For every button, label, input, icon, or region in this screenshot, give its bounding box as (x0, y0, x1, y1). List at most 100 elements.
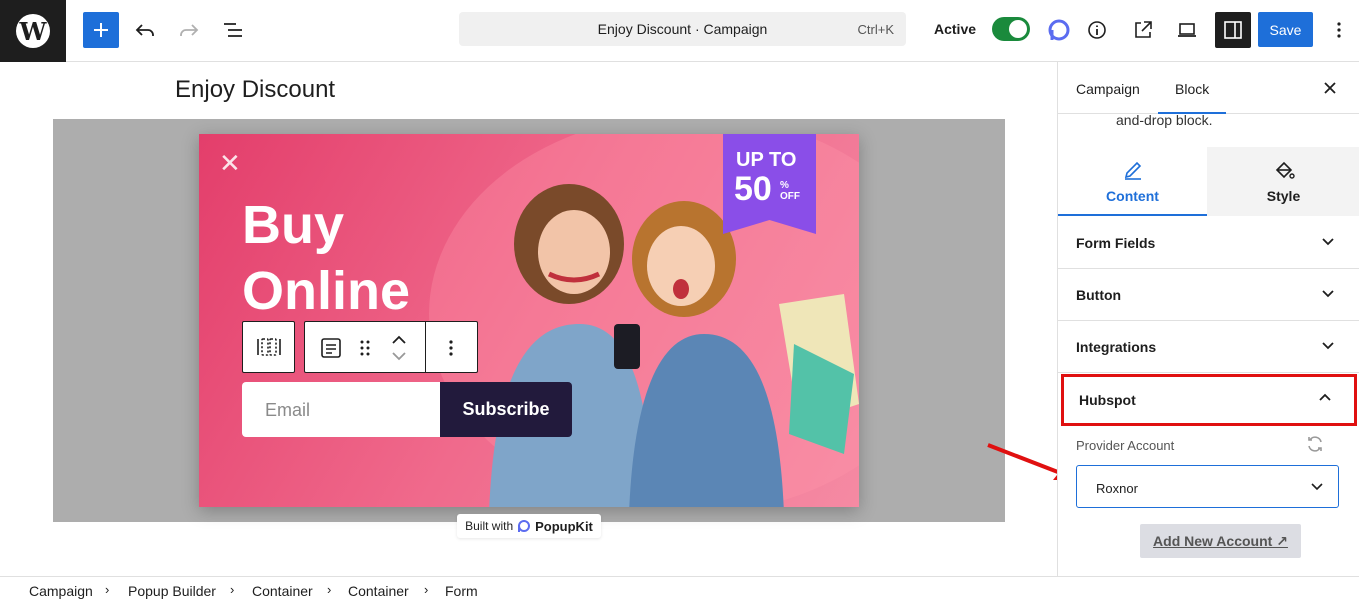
breadcrumb-item[interactable]: Form (445, 583, 478, 599)
breadcrumb-item[interactable]: Campaign (29, 583, 93, 599)
provider-account-label: Provider Account (1076, 438, 1175, 453)
chevron-right-icon: › (230, 582, 235, 597)
device-preview-button[interactable] (1169, 12, 1205, 48)
paint-bucket-icon-wrap (1207, 159, 1359, 181)
editor-header: W Enjoy Discount · Campaign Ctrl+K Activ… (0, 0, 1359, 62)
add-new-account-button[interactable]: Add New Account ↗ (1140, 524, 1301, 558)
close-icon (1324, 82, 1336, 94)
subscribe-button[interactable]: Subscribe (440, 382, 572, 437)
section-label: Integrations (1076, 339, 1157, 355)
chevron-down-icon (1311, 483, 1323, 491)
section-label: Form Fields (1076, 235, 1156, 251)
status-label: Active (934, 21, 977, 37)
built-with-brand: PopupKit (535, 518, 593, 534)
redo-icon (180, 24, 199, 36)
settings-sidebar-toggle[interactable] (1215, 12, 1251, 48)
badge-off: OFF (780, 191, 800, 202)
sidebar-tabs: Campaign Block (1058, 62, 1359, 114)
badge-percent: % (780, 180, 789, 191)
laptop-icon (1178, 23, 1196, 37)
pencil-icon (1124, 161, 1141, 180)
chevron-up-icon (1319, 393, 1331, 401)
section-form-fields[interactable]: Form Fields (1058, 217, 1359, 269)
built-with-badge[interactable]: Built with PopupKit (457, 514, 601, 538)
tab-style[interactable]: Style (1207, 147, 1359, 216)
page-title[interactable]: Enjoy Discount (175, 76, 335, 104)
section-label: Button (1076, 287, 1122, 303)
pencil-icon-wrap (1058, 159, 1207, 181)
popupkit-button[interactable] (1041, 12, 1077, 48)
breadcrumb-item[interactable]: Container (252, 583, 313, 599)
paint-bucket-icon (1275, 161, 1295, 179)
block-type-button[interactable] (313, 330, 349, 366)
headline-line-1: Buy (242, 195, 345, 255)
command-palette-bar[interactable]: Enjoy Discount · Campaign Ctrl+K (459, 12, 906, 46)
undo-button[interactable] (127, 12, 163, 48)
block-toolbar (304, 321, 478, 373)
wordpress-logo-button[interactable]: W (0, 0, 66, 62)
drag-handle[interactable] (347, 330, 383, 366)
view-popup-button[interactable] (1125, 12, 1161, 48)
select-parent-block-button[interactable] (242, 321, 295, 373)
badge-up-to: UP TO (736, 149, 797, 171)
redo-button[interactable] (171, 12, 207, 48)
built-with-label: Built with (465, 519, 514, 533)
chevron-down-icon (1322, 290, 1334, 298)
badge-value: 50 (734, 170, 772, 208)
tab-content[interactable]: Content (1058, 147, 1207, 216)
close-sidebar-button[interactable] (1312, 70, 1348, 106)
sidebar-icon (1224, 21, 1242, 39)
discount-badge: UP TO 50 % OFF (723, 134, 816, 234)
save-button[interactable]: Save (1258, 12, 1313, 47)
popup-headline[interactable]: Buy Online (242, 192, 410, 324)
email-input[interactable]: Email (242, 382, 441, 437)
section-button[interactable]: Button (1058, 269, 1359, 321)
tab-campaign[interactable]: Campaign (1076, 81, 1140, 97)
toolbar-divider (425, 322, 426, 372)
refresh-icon[interactable] (1305, 434, 1325, 454)
details-button[interactable] (1079, 12, 1115, 48)
editor-canvas: Enjoy Discount ✕ Buy Online UP TO 50 % OF… (0, 62, 1075, 576)
drag-icon (360, 340, 370, 356)
block-description: and-drop block. (1116, 112, 1213, 128)
content-style-switch: Content Style (1058, 147, 1359, 216)
content-tab-label: Content (1106, 188, 1159, 204)
provider-account-select[interactable]: Roxnor (1076, 465, 1339, 508)
section-label: Hubspot (1079, 392, 1136, 408)
chevron-down-icon (1322, 342, 1334, 350)
tab-block[interactable]: Block (1175, 81, 1209, 97)
shortcut-hint: Ctrl+K (857, 22, 894, 37)
container-block-icon (256, 338, 281, 356)
chevron-right-icon: › (327, 582, 332, 597)
campaign-title: Enjoy Discount · Campaign (597, 21, 768, 37)
external-link-icon (1135, 21, 1152, 38)
popupkit-logo-icon (518, 520, 531, 532)
add-block-button[interactable] (83, 12, 119, 48)
style-tab-label: Style (1266, 188, 1301, 204)
move-up-down-buttons[interactable] (381, 330, 417, 366)
info-icon (1088, 21, 1106, 39)
more-vertical-icon (1337, 22, 1341, 38)
block-options-button[interactable] (433, 330, 469, 366)
active-toggle[interactable] (992, 17, 1030, 41)
close-icon[interactable]: ✕ (219, 150, 241, 176)
headline-line-2: Online (242, 261, 411, 321)
breadcrumb-item[interactable]: Popup Builder (128, 583, 216, 599)
popupkit-icon (1048, 19, 1070, 41)
wordpress-icon: W (16, 14, 50, 48)
popup-container[interactable]: ✕ Buy Online UP TO 50 % OFF Email Subscri… (199, 134, 859, 507)
options-menu-button[interactable] (1321, 12, 1357, 48)
selected-value: Roxnor (1096, 481, 1138, 496)
breadcrumb-item[interactable]: Container (348, 583, 409, 599)
section-integrations[interactable]: Integrations (1058, 321, 1359, 373)
more-vertical-icon (449, 340, 453, 356)
chevron-right-icon: › (105, 582, 110, 597)
settings-sidebar: Campaign Block and-drop block. Content S… (1057, 62, 1359, 576)
section-hubspot[interactable]: Hubspot (1061, 374, 1357, 426)
chevron-right-icon: › (424, 582, 429, 597)
chevron-down-icon (1322, 238, 1334, 246)
undo-icon (135, 24, 154, 36)
document-overview-button[interactable] (215, 12, 251, 48)
list-view-icon (224, 23, 242, 37)
form-block-icon (321, 338, 341, 358)
